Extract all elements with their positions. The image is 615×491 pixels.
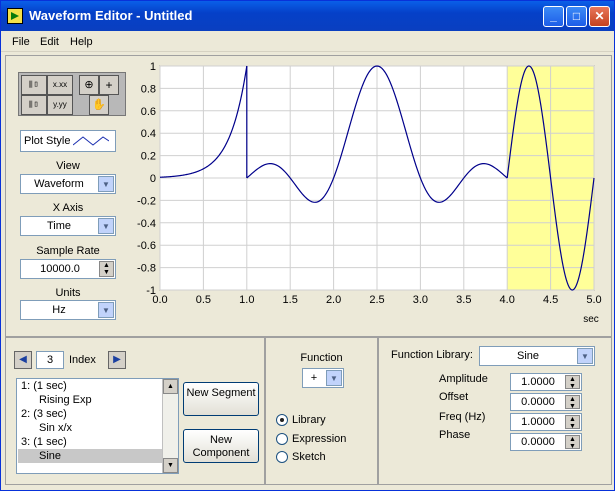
scroll-down-icon[interactable]: ▼ [163, 458, 178, 473]
close-button[interactable]: ✕ [589, 6, 610, 27]
radio-expression-label: Expression [292, 433, 347, 445]
chevron-down-icon: ▼ [577, 348, 593, 364]
list-item[interactable]: Rising Exp [39, 394, 92, 406]
x-tick-label: 3.0 [413, 294, 428, 306]
y-tick-label: -0.2 [137, 195, 156, 207]
function-panel: Function + ▼ Library Expression Sketch [265, 337, 378, 485]
x-tick-label: 3.5 [456, 294, 471, 306]
segment-list[interactable]: 1: (1 sec) Rising Exp 2: (3 sec) Sin x/x… [16, 378, 179, 474]
y-tick-label: -0.8 [137, 263, 156, 275]
x-tick-label: 1.0 [239, 294, 254, 306]
waveform-chart[interactable]: 0.0 0.5 1.0 1.5 2.0 2.5 3.0 3.5 4.0 4.5 5.010.80.6… [6, 56, 613, 338]
x-tick-label: 2.0 [326, 294, 341, 306]
menu-help[interactable]: Help [70, 36, 93, 48]
radio-library[interactable] [276, 414, 288, 426]
spinner-icon[interactable]: ▲ ▼ [565, 435, 580, 450]
y-tick-label: -0.6 [137, 240, 156, 252]
app-icon [7, 8, 23, 24]
x-axis-label: sec [583, 314, 599, 325]
list-item[interactable]: Sin x/x [39, 422, 72, 434]
amplitude-label: Amplitude [439, 373, 488, 385]
y-tick-label: 0.2 [141, 151, 156, 163]
prev-index-button[interactable]: ◀ [14, 351, 32, 369]
index-label: Index [69, 354, 96, 366]
list-item[interactable]: Sine [39, 450, 61, 462]
list-item[interactable]: 3: (1 sec) [21, 436, 67, 448]
spinner-icon[interactable]: ▲ ▼ [565, 415, 580, 430]
waveform-panel: ⫼▯ x.xx ⫼▯ y.yy ⊕ + ✋ Plot Style View Wa… [5, 55, 612, 337]
y-tick-label: -0.4 [137, 218, 156, 230]
x-tick-label: 4.0 [500, 294, 515, 306]
waveform-editor-window: Waveform Editor - Untitled _ □ ✕ File Ed… [0, 0, 615, 491]
x-tick-label: 0.5 [196, 294, 211, 306]
segments-panel: ◀ 3 Index ▶ 1: (1 sec) Rising Exp 2: (3 … [5, 337, 265, 485]
menu-bar: File Edit Help [1, 32, 614, 52]
y-tick-label: 0.6 [141, 106, 156, 118]
spinner-icon[interactable]: ▲ ▼ [565, 395, 580, 410]
maximize-button[interactable]: □ [566, 6, 587, 27]
spinner-icon[interactable]: ▲ ▼ [565, 375, 580, 390]
index-input[interactable]: 3 [36, 351, 64, 369]
y-tick-label: 0 [150, 173, 156, 185]
y-tick-label: 0.4 [141, 128, 156, 140]
radio-sketch-label: Sketch [292, 451, 326, 463]
offset-value: 0.0000 [521, 396, 555, 408]
offset-label: Offset [439, 391, 469, 403]
y-tick-label: 0.8 [141, 83, 156, 95]
radio-expression[interactable] [276, 433, 288, 445]
radio-library-label: Library [292, 414, 326, 426]
list-scrollbar[interactable]: ▲ ▼ [162, 379, 178, 473]
new-component-button[interactable]: New Component [183, 429, 259, 463]
menu-edit[interactable]: Edit [40, 36, 59, 48]
scroll-up-icon[interactable]: ▲ [163, 379, 178, 394]
menu-file[interactable]: File [12, 36, 30, 48]
freq-input[interactable]: 1.0000 ▲ ▼ [510, 413, 582, 431]
window-title: Waveform Editor - Untitled [29, 8, 193, 23]
x-tick-label: 4.5 [543, 294, 558, 306]
chevron-down-icon: ▼ [326, 370, 342, 386]
next-index-button[interactable]: ▶ [108, 351, 126, 369]
minimize-button[interactable]: _ [543, 6, 564, 27]
function-library-label: Function Library: [391, 349, 473, 361]
function-library-panel: Function Library: Sine ▼ Amplitude 1.000… [378, 337, 612, 485]
amplitude-input[interactable]: 1.0000 ▲ ▼ [510, 373, 582, 391]
new-segment-button[interactable]: New Segment [183, 382, 259, 416]
radio-sketch[interactable] [276, 451, 288, 463]
list-item[interactable]: 2: (3 sec) [21, 408, 67, 420]
phase-input[interactable]: 0.0000 ▲ ▼ [510, 433, 582, 451]
function-library-dropdown[interactable]: Sine ▼ [479, 346, 595, 366]
x-tick-label: 2.5 [369, 294, 384, 306]
x-tick-label: 1.5 [283, 294, 298, 306]
amplitude-value: 1.0000 [521, 376, 555, 388]
function-value: + [310, 372, 318, 384]
y-tick-label: 1 [150, 61, 156, 73]
index-value: 3 [46, 354, 54, 366]
freq-label: Freq (Hz) [439, 411, 486, 423]
freq-value: 1.0000 [521, 416, 555, 428]
list-item[interactable]: 1: (1 sec) [21, 380, 67, 392]
function-library-value: Sine [516, 350, 540, 362]
y-tick-label: -1 [146, 285, 156, 297]
function-dropdown[interactable]: + ▼ [302, 368, 344, 388]
title-bar: Waveform Editor - Untitled _ □ ✕ [1, 1, 614, 31]
x-tick-label: 5.0 [586, 294, 601, 306]
phase-value: 0.0000 [521, 436, 555, 448]
function-label: Function [300, 352, 343, 364]
offset-input[interactable]: 0.0000 ▲ ▼ [510, 393, 582, 411]
phase-label: Phase [439, 429, 471, 441]
